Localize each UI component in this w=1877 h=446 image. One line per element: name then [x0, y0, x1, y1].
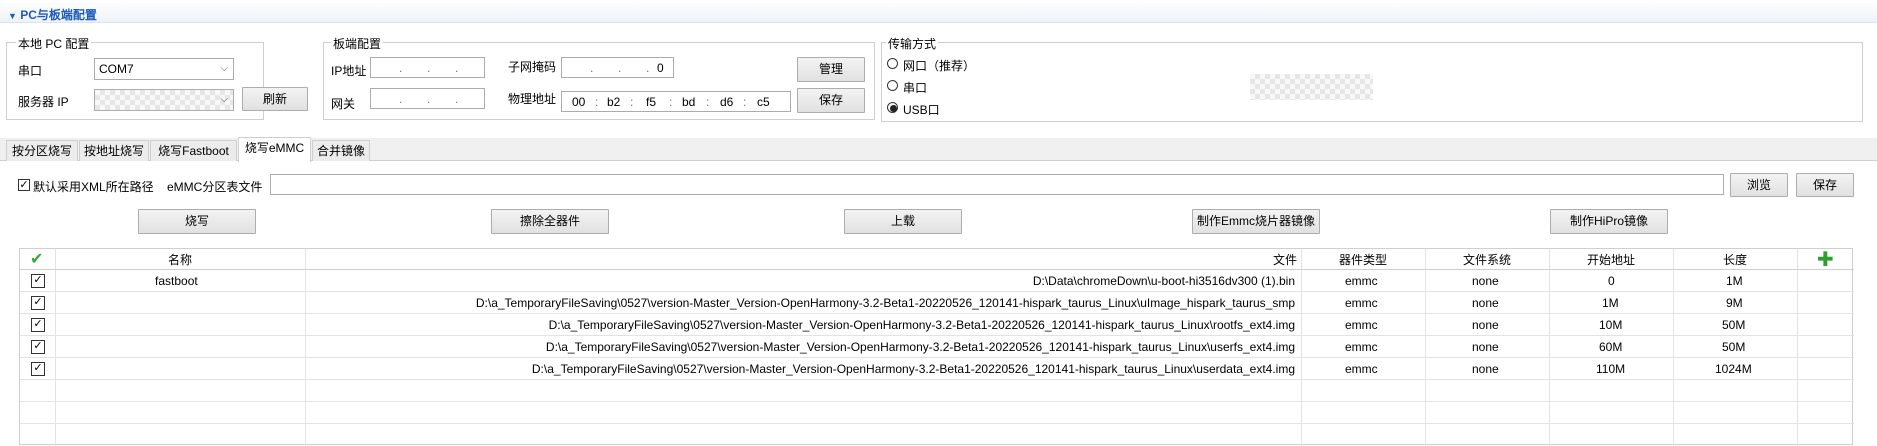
tab-merge-image[interactable]: 合并镜像	[312, 140, 370, 161]
board-group-label: 板端配置	[331, 35, 384, 52]
upload-button[interactable]: 上载	[844, 209, 962, 234]
transfer-group-label: 传输方式	[886, 35, 939, 52]
subnet-last-octet: 0	[657, 61, 664, 75]
row-device-type[interactable]: emmc	[1345, 296, 1378, 310]
subnet-mask-field[interactable]: ... 0	[561, 57, 674, 78]
mac-octet: d6	[720, 95, 734, 109]
ip-label: IP地址	[331, 64, 367, 78]
column-header-name: 名称	[168, 253, 193, 267]
local-pc-group-label: 本地 PC 配置	[16, 35, 92, 52]
gateway-label: 网关	[331, 97, 356, 111]
select-all-check-icon[interactable]: ✔	[30, 249, 43, 269]
row-filesystem[interactable]: none	[1472, 340, 1499, 354]
section-title-label: PC与板端配置	[20, 8, 97, 22]
row-start-address[interactable]: 1M	[1602, 296, 1619, 310]
row-file[interactable]: D:\a_TemporaryFileSaving\0527\version-Ma…	[546, 340, 1295, 354]
board-save-button[interactable]: 保存	[797, 88, 865, 113]
transfer-radio-usb[interactable]	[887, 102, 898, 113]
mac-octet: c5	[757, 95, 770, 109]
collapse-triangle-icon: ▼	[8, 11, 17, 21]
column-header-start-address: 开始地址	[1587, 253, 1636, 267]
transfer-radio-serial[interactable]	[887, 80, 898, 91]
transfer-option-label[interactable]: USB口	[903, 101, 940, 118]
ip-address-field[interactable]: ...	[370, 57, 485, 78]
redacted-area	[1250, 74, 1373, 100]
row-length[interactable]: 1024M	[1715, 362, 1752, 376]
row-start-address[interactable]: 110M	[1596, 362, 1625, 376]
partition-table-label: eMMC分区表文件	[167, 180, 263, 194]
row-device-type[interactable]: emmc	[1345, 362, 1378, 376]
row-length[interactable]: 1M	[1726, 274, 1743, 288]
tab-fastboot-burn[interactable]: 烧写Fastboot	[150, 140, 237, 161]
row-length[interactable]: 50M	[1722, 340, 1745, 354]
column-header-file: 文件	[1273, 253, 1298, 267]
make-emmc-image-button[interactable]: 制作Emmc烧片器镜像	[1192, 209, 1320, 234]
row-file[interactable]: D:\a_TemporaryFileSaving\0527\version-Ma…	[549, 318, 1295, 332]
mac-label: 物理地址	[508, 92, 557, 106]
section-title[interactable]: ▼ PC与板端配置	[8, 6, 97, 23]
column-header-device-type: 器件类型	[1339, 253, 1388, 267]
tab-address-burn[interactable]: 按地址烧写	[79, 140, 149, 161]
refresh-button[interactable]: 刷新	[242, 87, 308, 111]
row-filesystem[interactable]: none	[1472, 296, 1499, 310]
row-length[interactable]: 9M	[1726, 296, 1743, 310]
row-file[interactable]: D:\Data\chromeDown\u-boot-hi3516dv300 (1…	[1033, 274, 1295, 288]
partition-table-input[interactable]	[270, 174, 1724, 195]
use-xml-path-checkbox[interactable]: ✓	[18, 179, 30, 191]
row-device-type[interactable]: emmc	[1345, 340, 1378, 354]
make-hipro-image-button[interactable]: 制作HiPro镜像	[1550, 209, 1668, 234]
column-header-filesystem: 文件系统	[1463, 253, 1512, 267]
chevron-down-icon: ⌵	[220, 63, 228, 74]
mac-octet: f5	[646, 95, 657, 109]
transfer-option-label[interactable]: 串口	[903, 79, 927, 96]
row-file[interactable]: D:\a_TemporaryFileSaving\0527\version-Ma…	[476, 296, 1295, 310]
partition-table: ✔ 名称 文件 器件类型 文件系统 开始地址 长度 ✚ ✓ fastboot D…	[19, 247, 1854, 446]
row-start-address[interactable]: 0	[1608, 274, 1615, 288]
manage-button[interactable]: 管理	[797, 57, 865, 82]
port-value: COM7	[99, 62, 134, 76]
subnet-label: 子网掩码	[508, 60, 557, 74]
tab-partition-burn[interactable]: 按分区烧写	[6, 140, 78, 161]
browse-button[interactable]: 浏览	[1730, 173, 1788, 197]
row-checkbox[interactable]: ✓	[31, 274, 45, 288]
row-start-address[interactable]: 10M	[1599, 318, 1622, 332]
chevron-down-icon: ⌵	[220, 94, 228, 105]
emmc-save-button[interactable]: 保存	[1796, 173, 1854, 197]
add-row-plus-icon[interactable]: ✚	[1817, 247, 1834, 272]
erase-all-button[interactable]: 擦除全器件	[491, 209, 609, 234]
mac-octet: bd	[682, 95, 696, 109]
row-device-type[interactable]: emmc	[1345, 318, 1378, 332]
server-ip-label: 服务器 IP	[18, 95, 69, 109]
server-ip-select[interactable]: ⌵	[94, 89, 234, 111]
gateway-field[interactable]: ...	[370, 88, 485, 109]
row-checkbox[interactable]: ✓	[31, 362, 45, 376]
row-length[interactable]: 50M	[1722, 318, 1745, 332]
row-checkbox[interactable]: ✓	[31, 340, 45, 354]
transfer-option-label[interactable]: 网口（推荐）	[903, 57, 975, 74]
tab-emmc-burn[interactable]: 烧写eMMC	[238, 137, 311, 162]
mac-address-field[interactable]: 00 : b2 : f5 : bd : d6 : c5	[561, 91, 791, 112]
port-label: 串口	[18, 64, 43, 78]
row-start-address[interactable]: 60M	[1599, 340, 1622, 354]
row-checkbox[interactable]: ✓	[31, 318, 45, 332]
row-name[interactable]: fastboot	[155, 274, 198, 288]
row-filesystem[interactable]: none	[1472, 274, 1499, 288]
use-xml-path-label[interactable]: 默认采用XML所在路径	[33, 178, 154, 195]
row-device-type[interactable]: emmc	[1345, 274, 1378, 288]
row-filesystem[interactable]: none	[1472, 318, 1499, 332]
row-filesystem[interactable]: none	[1472, 362, 1499, 376]
mac-octet: 00	[572, 95, 586, 109]
row-checkbox[interactable]: ✓	[31, 296, 45, 310]
row-file[interactable]: D:\a_TemporaryFileSaving\0527\version-Ma…	[532, 362, 1295, 376]
column-header-length: 长度	[1723, 253, 1748, 267]
burn-button[interactable]: 烧写	[138, 209, 256, 234]
port-select[interactable]: COM7 ⌵	[94, 58, 234, 80]
transfer-radio-network[interactable]	[887, 58, 898, 69]
mac-octet: b2	[607, 95, 621, 109]
section-header[interactable]	[0, 3, 1877, 23]
